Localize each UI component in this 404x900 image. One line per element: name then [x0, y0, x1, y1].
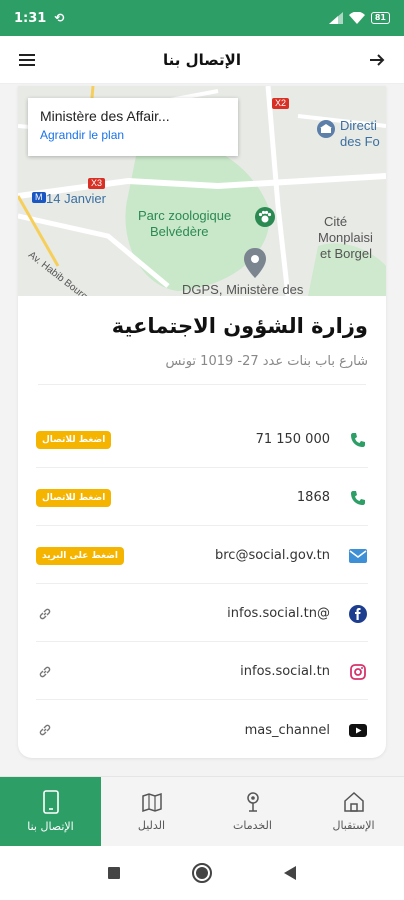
- map-label-monplaisi: Monplaisi: [318, 230, 373, 245]
- back-button[interactable]: [364, 47, 390, 73]
- phone-icon: [348, 488, 368, 508]
- map-label-des-fo: des Fo: [340, 134, 380, 149]
- wifi-icon: [348, 12, 365, 24]
- contact-value: 1868: [296, 490, 330, 505]
- map-label-dgps: DGPS, Ministère des: [182, 282, 304, 296]
- contact-value: brc@social.gov.tn: [214, 548, 330, 563]
- status-bar: 1:31 ⟲ 81: [0, 0, 404, 36]
- contact-value: mas_channel: [244, 722, 330, 738]
- map-guide-icon: [141, 792, 162, 813]
- enlarge-map-link[interactable]: Agrandir le plan: [40, 128, 226, 142]
- divider: [38, 384, 366, 385]
- link-icon: [39, 724, 51, 736]
- zoo-paw-icon: [255, 207, 275, 227]
- contact-row-phone-2[interactable]: اضغط للاتصال 1868: [36, 470, 368, 526]
- map-label-belvedere: Belvédère: [150, 224, 209, 239]
- map-view[interactable]: Directi des Fo X2 X3 M 14 Janvier Parc z…: [18, 86, 386, 296]
- back-triangle-icon[interactable]: [283, 865, 297, 881]
- nav-home-label: الإستقبال: [332, 819, 375, 832]
- organization-title: وزارة الشؤون الاجتماعية: [111, 314, 368, 338]
- home-icon: [343, 791, 364, 812]
- system-navigation: [0, 846, 404, 900]
- contact-row-facebook[interactable]: infos.social.tn@: [36, 586, 368, 642]
- contact-row-phone-1[interactable]: اضغط للاتصال 71 150 000: [36, 412, 368, 468]
- map-label-borgel: et Borgel: [320, 246, 373, 261]
- organization-address: شارع باب بنات عدد 27- 1019 تونس: [165, 354, 369, 369]
- map-place-popup[interactable]: Ministère des Affair... Agrandir le plan: [28, 98, 238, 156]
- recent-apps-icon[interactable]: [107, 866, 121, 880]
- route-badge-x2: X2: [272, 98, 290, 109]
- call-action-badge[interactable]: اضغط للاتصال: [36, 430, 112, 449]
- call-action-badge[interactable]: اضغط للاتصال: [36, 488, 112, 507]
- mail-icon: [348, 546, 368, 566]
- sync-icon: ⟲: [54, 11, 65, 25]
- location-pin-icon: [244, 248, 266, 278]
- services-pin-icon: [246, 792, 259, 812]
- email-action-badge[interactable]: اضغط على البريد: [36, 546, 125, 565]
- contact-value: infos.social.tn@: [227, 606, 330, 621]
- metro-badge: M: [32, 192, 46, 203]
- bottom-navigation: الإتصال بنا الدليل الخدمات الإستقبال: [0, 776, 404, 846]
- contact-value: 71 150 000: [255, 432, 330, 447]
- page-title: الإتصال بنا: [163, 50, 241, 69]
- app-bar: الإتصال بنا: [0, 36, 404, 84]
- nav-home[interactable]: الإستقبال: [303, 777, 404, 846]
- status-time: 1:31: [14, 10, 47, 26]
- contact-row-email[interactable]: اضغط على البريد brc@social.gov.tn: [36, 528, 368, 584]
- signal-icon: [328, 12, 343, 24]
- contact-row-youtube[interactable]: mas_channel: [36, 702, 368, 758]
- instagram-icon: [348, 662, 368, 682]
- link-icon: [39, 608, 51, 619]
- nav-guide[interactable]: الدليل: [101, 777, 202, 846]
- nav-guide-label: الدليل: [137, 819, 166, 832]
- contact-row-instagram[interactable]: infos.social.tn: [36, 644, 368, 700]
- map-label-directi: Directi: [340, 118, 377, 133]
- route-badge-x3: X3: [88, 178, 106, 189]
- phone-device-icon: [42, 790, 59, 814]
- nav-contact-label: الإتصال بنا: [27, 820, 74, 833]
- battery-indicator: 81: [370, 12, 390, 24]
- phone-icon: [348, 430, 368, 450]
- nav-services-label: الخدمات: [233, 819, 272, 832]
- youtube-icon: [348, 720, 368, 740]
- menu-button[interactable]: [14, 47, 40, 73]
- map-place-title: Ministère des Affair...: [40, 108, 170, 124]
- map-label-14-janvier: 14 Janvier: [46, 191, 106, 206]
- link-icon: [39, 666, 51, 677]
- map-label-cite: Cité: [324, 214, 348, 229]
- map-label-parc: Parc zoologique: [138, 208, 232, 223]
- contact-card: Directi des Fo X2 X3 M 14 Janvier Parc z…: [18, 86, 386, 758]
- nav-services[interactable]: الخدمات: [202, 777, 303, 846]
- arrow-right-icon: [369, 53, 385, 66]
- contact-value: infos.social.tn: [240, 664, 330, 679]
- facebook-icon: [348, 604, 368, 624]
- nav-contact[interactable]: الإتصال بنا: [0, 777, 101, 846]
- home-circle-icon[interactable]: [191, 862, 213, 884]
- landmark-pin-icon: [317, 120, 335, 138]
- menu-icon: [19, 53, 35, 66]
